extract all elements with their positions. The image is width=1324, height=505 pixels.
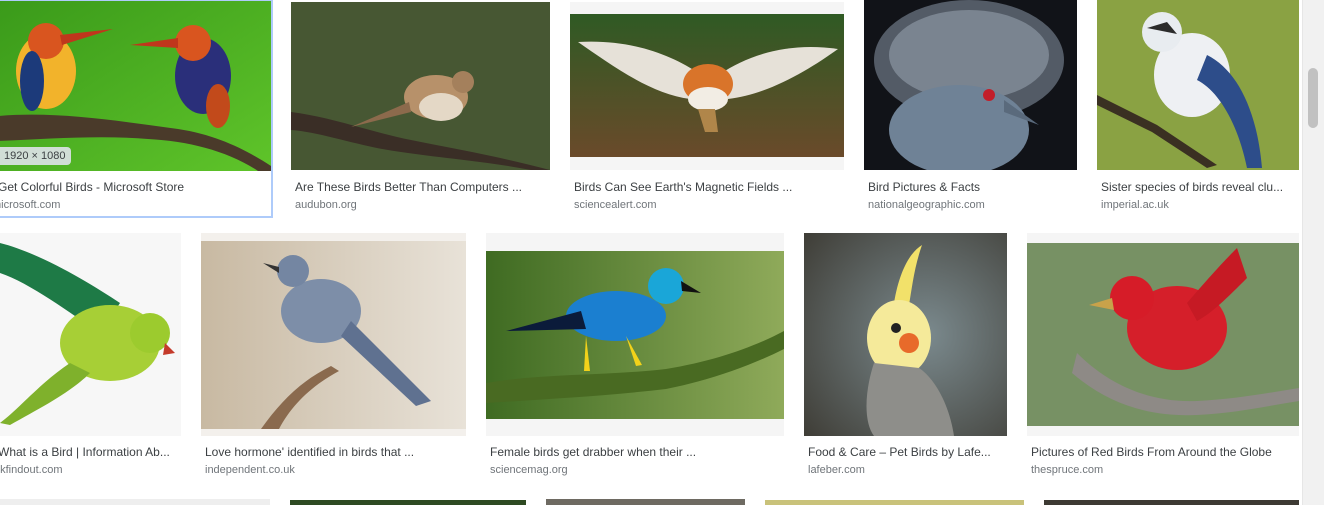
result-thumbnail[interactable] [1097, 0, 1299, 170]
result-source[interactable]: lafeber.com [808, 464, 1007, 477]
result-source[interactable]: audubon.org [295, 199, 550, 212]
image-result[interactable]: 1920 × 1080 Get Colorful Birds - Microso… [0, 0, 273, 218]
kingfisher-image [0, 1, 271, 171]
robin-flight-image [570, 14, 844, 157]
result-thumbnail[interactable] [486, 233, 784, 436]
result-source[interactable]: dkfindout.com [0, 464, 172, 477]
red-tanager-image [1027, 243, 1299, 426]
result-thumbnail[interactable] [291, 2, 550, 170]
result-caption[interactable]: Pictures of Red Birds From Around the Gl… [1031, 445, 1299, 459]
result-source[interactable]: sciencemag.org [490, 464, 784, 477]
result-caption[interactable]: Love hormone' identified in birds that .… [205, 445, 466, 459]
next-row-thumbnail[interactable] [290, 500, 526, 505]
result-source[interactable]: thespruce.com [1031, 464, 1299, 477]
image-result[interactable]: Birds Can See Earth's Magnetic Fields ..… [570, 2, 844, 216]
result-caption[interactable]: Female birds get drabber when their ... [490, 445, 784, 459]
result-thumbnail[interactable] [201, 233, 466, 436]
next-row-thumbnail[interactable] [546, 499, 745, 505]
image-result[interactable]: What is a Bird | Information Ab... dkfin… [0, 233, 181, 481]
blue-honeycreeper-image [486, 251, 784, 419]
image-result[interactable]: Female birds get drabber when their ... … [486, 233, 784, 481]
image-result[interactable]: Sister species of birds reveal clu... im… [1097, 0, 1299, 216]
result-thumbnail[interactable] [1027, 233, 1299, 436]
grey-blue-bird-image [201, 241, 466, 429]
image-result[interactable]: Food & Care – Pet Birds by Lafe... lafeb… [804, 233, 1007, 481]
scrollbar-thumb[interactable] [1308, 68, 1318, 128]
blue-white-bird-image [1097, 0, 1299, 170]
result-source[interactable]: nationalgeographic.com [868, 199, 1077, 212]
result-caption[interactable]: Birds Can See Earth's Magnetic Fields ..… [574, 180, 842, 194]
result-caption[interactable]: Get Colorful Birds - Microsoft Store [0, 180, 268, 194]
result-thumbnail[interactable] [570, 2, 844, 170]
image-dimensions-badge: 1920 × 1080 [0, 147, 72, 165]
result-source[interactable]: independent.co.uk [205, 464, 466, 477]
next-row-thumbnail[interactable] [0, 499, 270, 505]
result-caption[interactable]: Are These Birds Better Than Computers ..… [295, 180, 550, 194]
image-result[interactable]: Are These Birds Better Than Computers ..… [291, 2, 550, 216]
crowned-pigeon-image [864, 0, 1077, 170]
image-result[interactable]: Bird Pictures & Facts nationalgeographic… [864, 0, 1077, 216]
result-thumbnail[interactable]: 1920 × 1080 [0, 1, 271, 171]
result-caption[interactable]: Sister species of birds reveal clu... [1101, 180, 1297, 194]
result-caption[interactable]: Food & Care – Pet Birds by Lafe... [808, 445, 1007, 459]
image-result[interactable]: Love hormone' identified in birds that .… [201, 233, 466, 481]
result-source[interactable]: microsoft.com [0, 199, 262, 212]
next-row-thumbnail[interactable] [765, 500, 1024, 505]
result-source[interactable]: sciencealert.com [574, 199, 842, 212]
result-thumbnail[interactable] [864, 0, 1077, 170]
green-parrot-image [0, 233, 181, 436]
result-source[interactable]: imperial.ac.uk [1101, 199, 1297, 212]
result-thumbnail[interactable] [804, 233, 1007, 436]
result-caption[interactable]: What is a Bird | Information Ab... [0, 445, 176, 459]
result-caption[interactable]: Bird Pictures & Facts [868, 180, 1077, 194]
result-thumbnail[interactable] [0, 233, 181, 436]
next-row-thumbnail[interactable] [1044, 500, 1299, 505]
image-result[interactable]: Pictures of Red Birds From Around the Gl… [1027, 233, 1299, 481]
cockatiel-image [804, 233, 1007, 436]
thrush-image [291, 2, 550, 170]
